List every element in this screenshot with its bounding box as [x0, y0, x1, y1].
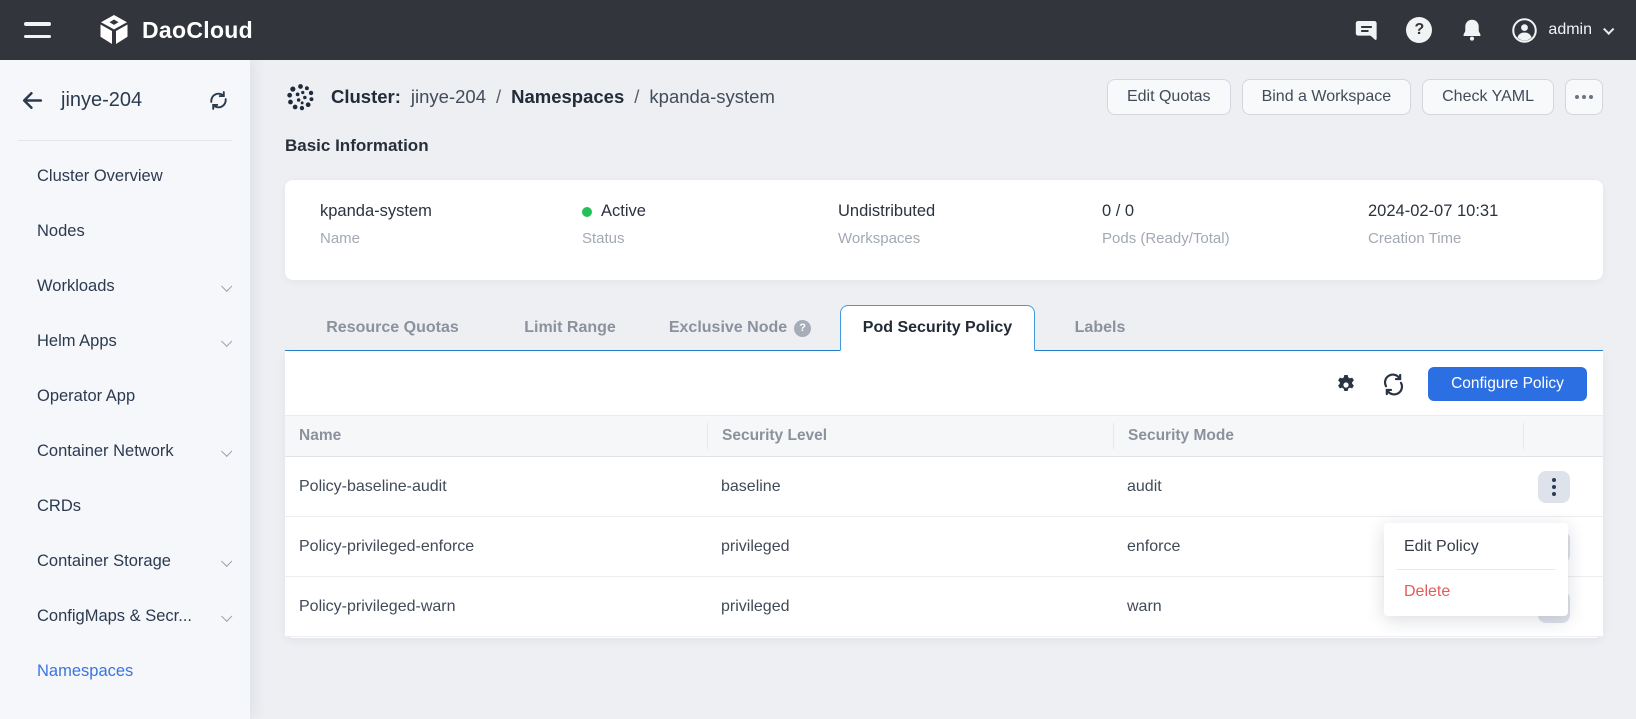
sidebar-item-container-network[interactable]: Container Network — [0, 424, 250, 479]
refresh-icon[interactable] — [1378, 369, 1408, 399]
cluster-name: jinye-204 — [61, 89, 142, 112]
breadcrumb-current: kpanda-system — [649, 86, 774, 108]
breadcrumb-prefix: Cluster: — [331, 86, 401, 108]
brand-name: DaoCloud — [142, 17, 253, 44]
help-icon[interactable]: ? — [1406, 17, 1432, 43]
chevron-down-icon — [221, 445, 232, 456]
check-yaml-button[interactable]: Check YAML — [1422, 79, 1554, 115]
main-content: Cluster: jinye-204 / Namespaces / kpanda… — [250, 60, 1636, 719]
chevron-down-icon — [1603, 24, 1614, 35]
tab-labels[interactable]: Labels — [1035, 305, 1165, 351]
top-bar: DaoCloud ? — [0, 0, 1636, 60]
chevron-down-icon — [221, 555, 232, 566]
tab-pod-security-policy[interactable]: Pod Security Policy — [840, 305, 1035, 351]
delete-menu-item[interactable]: Delete — [1384, 570, 1568, 614]
table-header: Name Security Level Security Mode — [285, 415, 1603, 457]
help-icon[interactable]: ? — [794, 320, 811, 337]
edit-policy-menu-item[interactable]: Edit Policy — [1384, 525, 1568, 569]
sidebar-header: jinye-204 — [0, 60, 250, 140]
breadcrumb: Cluster: jinye-204 / Namespaces / kpanda… — [331, 86, 775, 108]
info-field-creation-time: 2024-02-07 10:31 Creation Time — [1368, 202, 1498, 247]
info-field-status: Active Status — [582, 202, 646, 247]
daocloud-logo-icon — [97, 13, 131, 47]
tab-limit-range[interactable]: Limit Range — [500, 305, 640, 351]
tab-bar: Resource Quotas Limit Range Exclusive No… — [285, 305, 1603, 351]
back-arrow-icon[interactable] — [20, 88, 45, 113]
sidebar-item-nodes[interactable]: Nodes — [0, 204, 250, 259]
messages-icon[interactable] — [1353, 17, 1380, 44]
sidebar-item-namespaces[interactable]: Namespaces — [0, 644, 250, 699]
breadcrumb-row: Cluster: jinye-204 / Namespaces / kpanda… — [285, 78, 1603, 116]
sidebar-item-cluster-overview[interactable]: Cluster Overview — [0, 149, 250, 204]
sidebar-item-workloads[interactable]: Workloads — [0, 259, 250, 314]
table-row[interactable]: Policy-baseline-audit baseline audit — [285, 457, 1603, 517]
bind-workspace-button[interactable]: Bind a Workspace — [1242, 79, 1412, 115]
breadcrumb-separator: / — [496, 86, 501, 108]
column-header-actions — [1523, 423, 1603, 449]
cluster-dots-icon — [285, 82, 316, 113]
column-header-security-level: Security Level — [707, 423, 1113, 449]
breadcrumb-section[interactable]: Namespaces — [511, 86, 624, 108]
basic-information-card: kpanda-system Name Active Status Undistr… — [285, 180, 1603, 280]
sidebar-item-crds[interactable]: CRDs — [0, 479, 250, 534]
info-field-pods: 0 / 0 Pods (Ready/Total) — [1102, 202, 1230, 247]
column-header-name: Name — [285, 423, 707, 449]
notifications-bell-icon[interactable] — [1458, 17, 1485, 44]
chevron-down-icon — [221, 610, 232, 621]
breadcrumb-cluster[interactable]: jinye-204 — [411, 86, 486, 108]
brand: DaoCloud — [97, 13, 253, 47]
page-actions: Edit Quotas Bind a Workspace Check YAML — [1107, 79, 1603, 115]
sidebar-item-operator-app[interactable]: Operator App — [0, 369, 250, 424]
row-actions-kebab-icon[interactable] — [1538, 471, 1570, 503]
column-header-security-mode: Security Mode — [1113, 423, 1523, 449]
sidebar-item-helm-apps[interactable]: Helm Apps — [0, 314, 250, 369]
topbar-actions: ? admin — [1353, 17, 1612, 44]
chevron-down-icon — [221, 280, 232, 291]
tab-resource-quotas[interactable]: Resource Quotas — [285, 305, 500, 351]
menu-toggle-icon[interactable] — [24, 22, 51, 38]
switch-cluster-icon[interactable] — [207, 89, 230, 112]
tab-exclusive-node[interactable]: Exclusive Node? — [640, 305, 840, 351]
edit-quotas-button[interactable]: Edit Quotas — [1107, 79, 1231, 115]
sidebar: jinye-204 Cluster Overview Nodes Workloa… — [0, 60, 250, 719]
more-actions-button[interactable] — [1565, 79, 1603, 115]
user-menu[interactable]: admin — [1511, 17, 1612, 44]
sidebar-item-container-storage[interactable]: Container Storage — [0, 534, 250, 589]
row-context-menu: Edit Policy Delete — [1384, 523, 1568, 616]
sidebar-divider — [18, 140, 232, 141]
breadcrumb-separator: / — [634, 86, 639, 108]
user-name: admin — [1548, 21, 1592, 39]
basic-information-title: Basic Information — [285, 136, 429, 156]
avatar-icon — [1511, 17, 1538, 44]
sidebar-item-configmaps-secrets[interactable]: ConfigMaps & Secr... — [0, 589, 250, 644]
page: DaoCloud ? — [0, 0, 1636, 719]
info-field-workspaces: Undistributed Workspaces — [838, 202, 935, 247]
configure-policy-button[interactable]: Configure Policy — [1428, 367, 1587, 401]
info-field-name: kpanda-system Name — [320, 202, 432, 247]
settings-gear-icon[interactable] — [1331, 369, 1361, 399]
chevron-down-icon — [221, 335, 232, 346]
status-dot-icon — [582, 207, 592, 217]
sidebar-menu: Cluster Overview Nodes Workloads Helm Ap… — [0, 149, 250, 699]
